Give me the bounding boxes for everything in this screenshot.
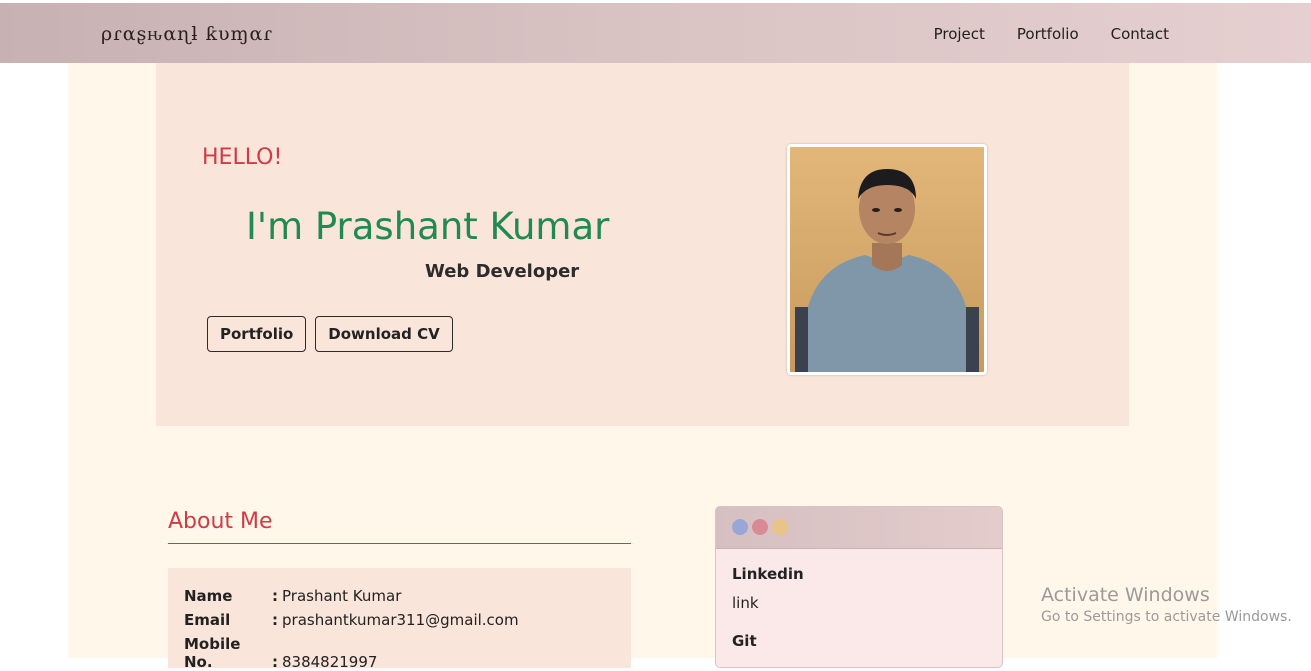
about-details-box: Name: Prashant Kumar Email: prashantkumar3… — [168, 568, 631, 671]
about-value: Prashant Kumar — [282, 587, 402, 605]
links-card: Linkedin link Git — [715, 506, 1003, 668]
profile-photo-illustration — [790, 147, 984, 372]
watermark-title: Activate Windows — [1041, 584, 1210, 606]
linkedin-link[interactable]: link — [732, 594, 759, 612]
window-dot-yellow-icon — [772, 519, 788, 535]
hero-section: HELLO! I'm Prashant Kumar Web Developer … — [156, 63, 1129, 426]
hero-name: I'm Prashant Kumar — [246, 205, 610, 248]
about-row-mobile: Mobile No.:8384821997 — [184, 635, 378, 671]
windows-activation-watermark: Activate Windows Go to Settings to activ… — [1041, 584, 1292, 625]
hero-buttons: Portfolio Download CV — [207, 316, 453, 352]
about-value: 8384821997 — [282, 653, 378, 671]
window-dot-blue-icon — [732, 519, 748, 535]
window-dot-red-icon — [752, 519, 768, 535]
about-label: Mobile No. — [184, 635, 241, 671]
download-cv-button[interactable]: Download CV — [315, 316, 453, 352]
about-value: prashantkumar311@gmail.com — [282, 611, 519, 629]
portfolio-button[interactable]: Portfolio — [207, 316, 307, 352]
about-label: Email — [184, 611, 231, 629]
nav-link-portfolio[interactable]: Portfolio — [1017, 25, 1079, 43]
about-divider — [168, 543, 631, 544]
hero-greeting: HELLO! — [202, 145, 283, 170]
nav-link-project[interactable]: Project — [934, 25, 985, 43]
git-label: Git — [732, 632, 757, 650]
nav-link-contact[interactable]: Contact — [1111, 25, 1169, 43]
about-label: Name — [184, 587, 233, 605]
hero-role: Web Developer — [425, 261, 580, 282]
about-row-name: Name: Prashant Kumar — [184, 587, 402, 605]
links-card-header — [716, 507, 1002, 549]
about-row-email: Email: prashantkumar311@gmail.com — [184, 611, 519, 629]
nav-links: Project Portfolio Contact — [934, 25, 1169, 43]
about-me-heading: About Me — [168, 509, 273, 534]
top-navbar: ρɾαʂԋαɳƚ ƙυɱαɾ Project Portfolio Contact — [0, 3, 1311, 63]
linkedin-label: Linkedin — [732, 565, 804, 583]
watermark-subtitle: Go to Settings to activate Windows. — [1041, 609, 1292, 625]
profile-photo — [787, 144, 987, 375]
brand-logo-text[interactable]: ρɾαʂԋαɳƚ ƙυɱαɾ — [101, 23, 273, 46]
